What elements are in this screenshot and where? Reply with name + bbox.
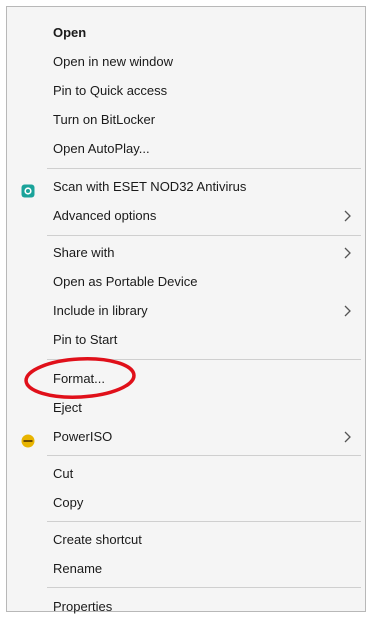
menu-separator xyxy=(47,587,361,588)
menu-item-label: Eject xyxy=(53,400,82,415)
menu-separator xyxy=(47,235,361,236)
menu-item-label: Cut xyxy=(53,466,74,481)
menu-item-advanced-options[interactable]: Advanced options xyxy=(7,202,365,230)
menu-item-include-in-library[interactable]: Include in library xyxy=(7,297,365,325)
menu-item-poweriso[interactable]: PowerISO xyxy=(7,423,365,451)
menu-item-label: Properties xyxy=(53,599,113,614)
menu-item-label: Open as Portable Device xyxy=(53,274,198,289)
menu-item-cut[interactable]: Cut xyxy=(7,460,365,488)
menu-item-create-shortcut[interactable]: Create shortcut xyxy=(7,526,365,554)
eset-icon xyxy=(21,180,35,198)
menu-item-label: Open AutoPlay... xyxy=(53,141,150,156)
menu-item-label: Rename xyxy=(53,561,103,576)
menu-separator xyxy=(47,359,361,360)
menu-separator xyxy=(47,455,361,456)
menu-item-open-autoplay[interactable]: Open AutoPlay... xyxy=(7,135,365,163)
chevron-right-icon xyxy=(341,423,355,451)
menu-item-eject[interactable]: Eject xyxy=(7,394,365,422)
menu-item-label: Open xyxy=(53,25,87,40)
poweriso-icon xyxy=(21,430,35,448)
menu-item-open[interactable]: Open xyxy=(7,19,365,47)
menu-item-label: Advanced options xyxy=(53,208,157,223)
menu-item-share-with[interactable]: Share with xyxy=(7,239,365,267)
menu-item-properties[interactable]: Properties xyxy=(7,593,365,619)
menu-item-label: Format... xyxy=(53,371,106,386)
menu-item-label: Pin to Quick access xyxy=(53,83,168,98)
menu-item-open-new-window[interactable]: Open in new window xyxy=(7,48,365,76)
menu-item-label: Pin to Start xyxy=(53,332,118,347)
menu-item-copy[interactable]: Copy xyxy=(7,489,365,517)
menu-item-label: Create shortcut xyxy=(53,532,142,547)
context-menu: Open Open in new window Pin to Quick acc… xyxy=(6,6,366,614)
menu-separator xyxy=(47,521,361,522)
menu-item-label: Open in new window xyxy=(53,54,173,69)
menu-item-scan-eset[interactable]: Scan with ESET NOD32 Antivirus xyxy=(7,173,365,201)
menu-item-pin-to-start[interactable]: Pin to Start xyxy=(7,326,365,354)
menu-item-label: Turn on BitLocker xyxy=(53,112,156,127)
chevron-right-icon xyxy=(341,202,355,230)
menu-item-label: Share with xyxy=(53,245,115,260)
menu-item-rename[interactable]: Rename xyxy=(7,555,365,583)
menu-item-pin-quick-access[interactable]: Pin to Quick access xyxy=(7,77,365,105)
menu-item-format[interactable]: Format... xyxy=(7,365,365,393)
menu-item-label: Scan with ESET NOD32 Antivirus xyxy=(53,179,247,194)
menu-item-label: Copy xyxy=(53,495,84,510)
chevron-right-icon xyxy=(341,297,355,325)
menu-item-open-portable-device[interactable]: Open as Portable Device xyxy=(7,268,365,296)
menu-separator xyxy=(47,168,361,169)
chevron-right-icon xyxy=(341,239,355,267)
menu-item-turn-on-bitlocker[interactable]: Turn on BitLocker xyxy=(7,106,365,134)
menu-item-label: Include in library xyxy=(53,303,148,318)
menu-item-label: PowerISO xyxy=(53,429,113,444)
